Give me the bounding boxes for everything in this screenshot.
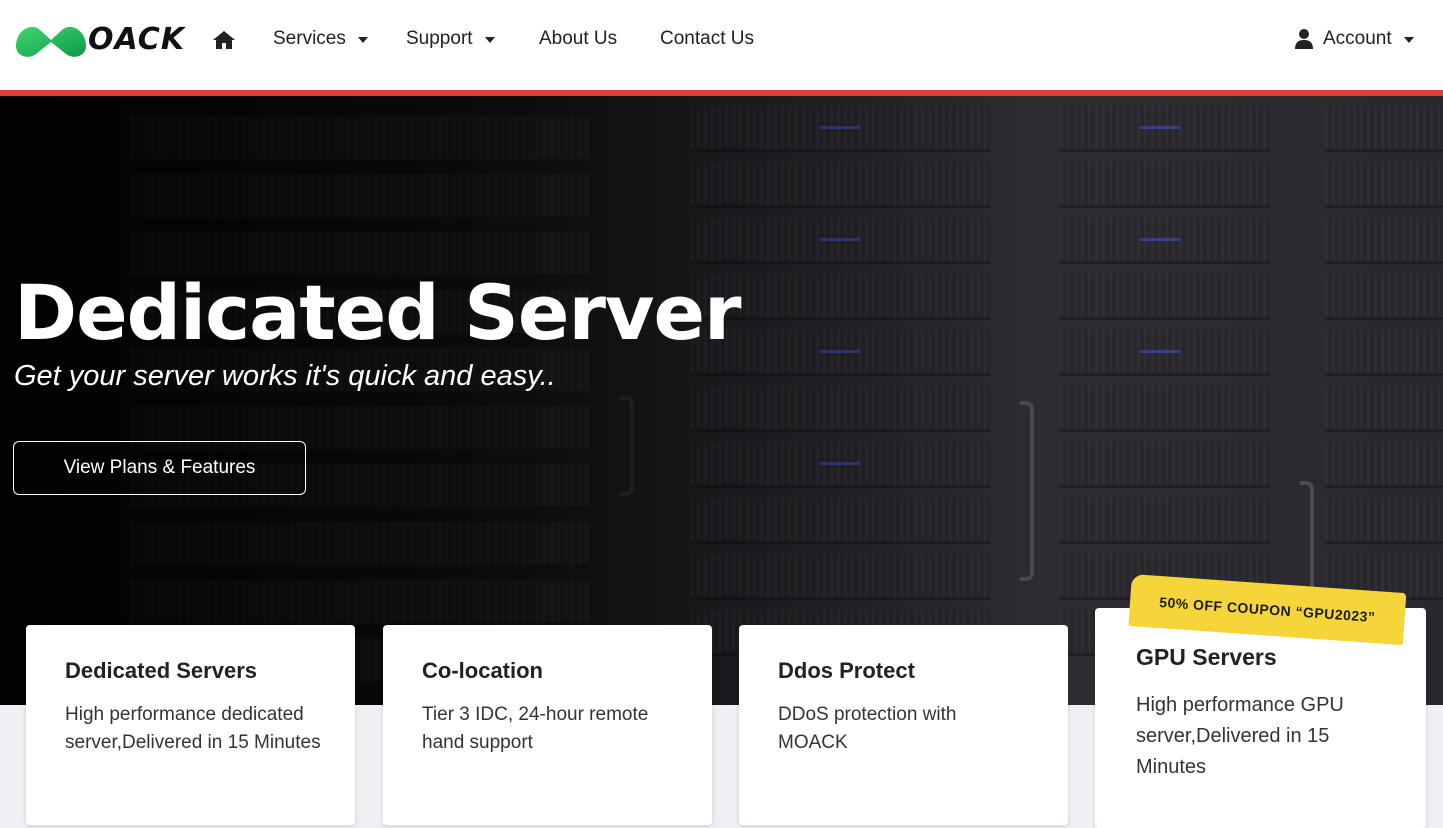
nav-support-label: Support bbox=[406, 28, 473, 49]
hero-subtitle: Get your server works it's quick and eas… bbox=[14, 360, 556, 392]
card-description: Tier 3 IDC, 24-hour remote hand support bbox=[422, 704, 649, 753]
nav-account-label: Account bbox=[1323, 28, 1392, 49]
card-title: Co-location bbox=[422, 658, 543, 683]
logo-wordmark: OACK bbox=[88, 21, 186, 57]
nav-contact-us[interactable]: Contact Us bbox=[660, 28, 754, 50]
nav-about-us[interactable]: About Us bbox=[539, 28, 617, 50]
nav-support[interactable]: Support bbox=[406, 28, 495, 50]
nav-services-label: Services bbox=[273, 28, 346, 49]
hero-title: Dedicated Server bbox=[14, 268, 741, 357]
card-title: Ddos Protect bbox=[778, 658, 915, 683]
nav-account[interactable]: Account bbox=[1295, 28, 1414, 50]
chevron-down-icon bbox=[484, 37, 495, 43]
card-description: High performance GPU server,Delivered in… bbox=[1136, 694, 1344, 778]
card-description: High performance dedicated server,Delive… bbox=[65, 704, 321, 753]
top-navbar: OACK Services Support About Us Contact U… bbox=[0, 0, 1443, 90]
brand-logo[interactable]: OACK bbox=[12, 18, 185, 60]
service-card-dedicated-servers[interactable]: Dedicated Servers High performance dedic… bbox=[26, 625, 355, 825]
card-title: GPU Servers bbox=[1136, 644, 1277, 670]
home-icon[interactable] bbox=[212, 28, 236, 52]
logo-mark-icon bbox=[16, 26, 86, 57]
nav-services[interactable]: Services bbox=[273, 28, 368, 50]
chevron-down-icon bbox=[1403, 37, 1414, 43]
nav-about-us-label: About Us bbox=[539, 28, 618, 49]
card-title: Dedicated Servers bbox=[65, 658, 257, 683]
service-card-co-location[interactable]: Co-location Tier 3 IDC, 24-hour remote h… bbox=[383, 625, 712, 825]
nav-contact-us-label: Contact Us bbox=[660, 28, 754, 49]
view-plans-button[interactable]: View Plans & Features bbox=[13, 441, 306, 495]
user-icon bbox=[1295, 29, 1313, 49]
service-card-ddos-protect[interactable]: Ddos Protect DDoS protection with MOACK bbox=[739, 625, 1068, 825]
chevron-down-icon bbox=[357, 37, 368, 43]
card-description: DDoS protection with MOACK bbox=[778, 704, 957, 753]
